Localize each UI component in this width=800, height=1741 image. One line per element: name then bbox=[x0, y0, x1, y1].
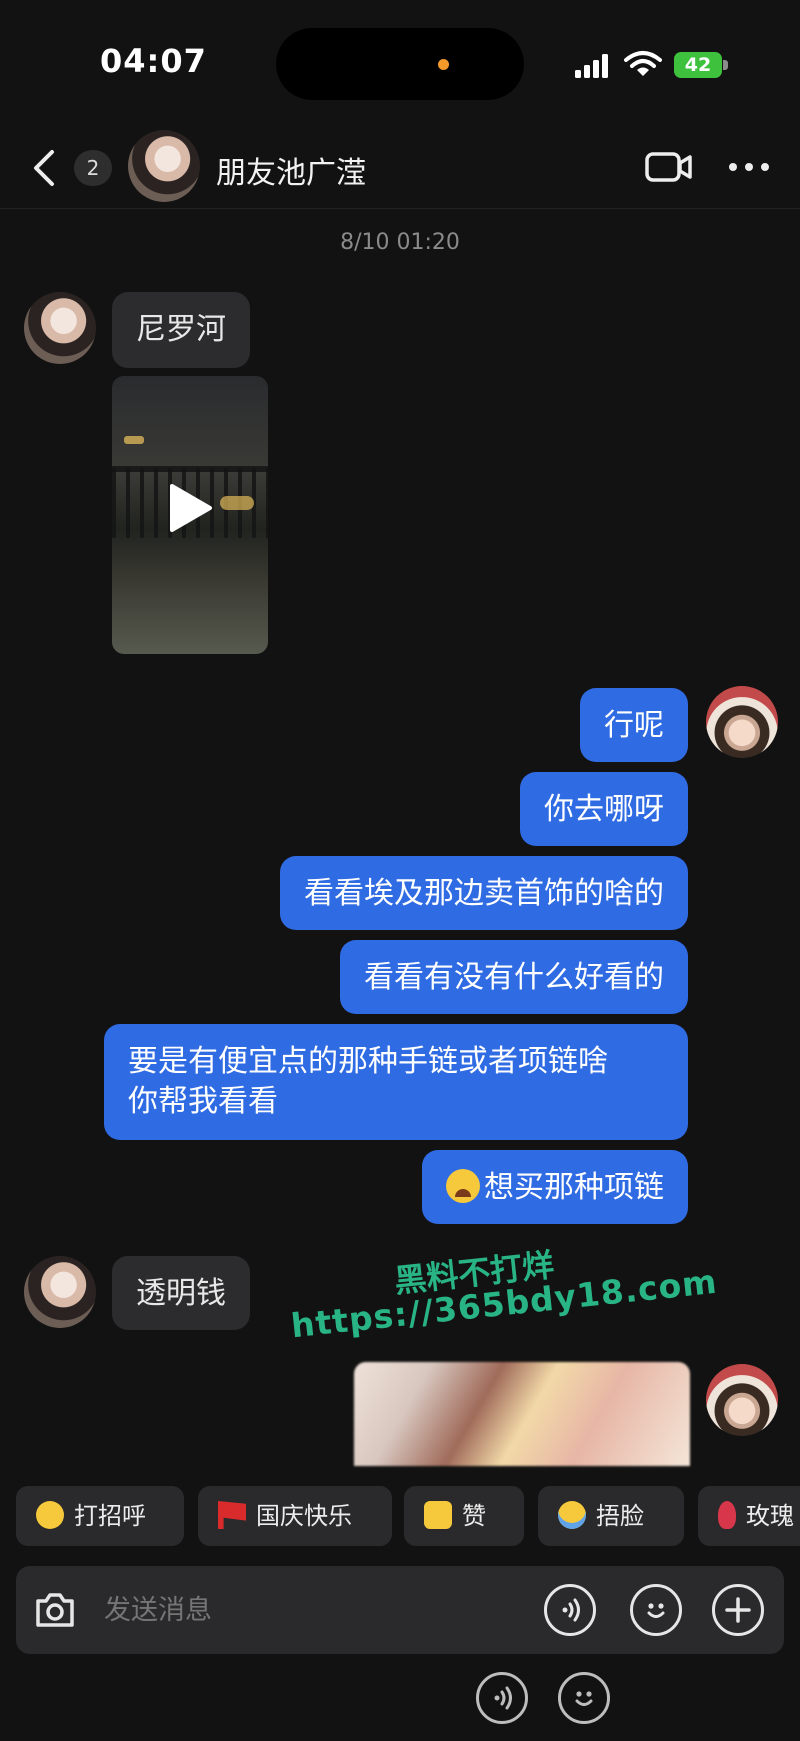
chip-label: 捂脸 bbox=[596, 1502, 644, 1530]
dynamic-island bbox=[276, 28, 524, 100]
status-time: 04:07 bbox=[100, 42, 207, 80]
play-icon[interactable] bbox=[166, 482, 214, 534]
crying-face-icon bbox=[446, 1169, 480, 1203]
chip-label: 打招呼 bbox=[74, 1502, 146, 1530]
smiley-icon bbox=[575, 1691, 593, 1706]
battery-level: 42 bbox=[684, 54, 712, 76]
battery-indicator: 42 bbox=[674, 52, 730, 78]
plus-icon bbox=[725, 1597, 751, 1623]
recording-indicator-dot bbox=[438, 59, 449, 70]
chip-label: 国庆快乐 bbox=[256, 1502, 352, 1530]
message-input-bar bbox=[16, 1566, 784, 1654]
video-call-icon[interactable] bbox=[644, 148, 694, 186]
back-arrow-icon[interactable] bbox=[30, 148, 60, 188]
thumbs-up-icon bbox=[424, 1501, 452, 1529]
sound-wave-icon bbox=[562, 1598, 580, 1622]
sound-wave-icon bbox=[494, 1686, 512, 1710]
message-line: 要是有便宜点的那种手链或者项链啥 bbox=[128, 1044, 608, 1079]
message-text: 想买那种项链 bbox=[484, 1170, 664, 1205]
quick-reply-rose[interactable]: 玫瑰 bbox=[698, 1486, 800, 1546]
smile-emoji-icon bbox=[36, 1501, 64, 1529]
chip-label: 玫瑰 bbox=[746, 1502, 794, 1530]
incoming-message[interactable]: 尼罗河 bbox=[112, 292, 250, 368]
laugh-cry-emoji-icon bbox=[558, 1501, 586, 1529]
cellular-signal-icon bbox=[575, 54, 608, 78]
red-flag-icon bbox=[218, 1501, 246, 1529]
quick-reply-facepalm[interactable]: 捂脸 bbox=[538, 1486, 684, 1546]
quick-reply-greet[interactable]: 打招呼 bbox=[16, 1486, 184, 1546]
more-actions-button[interactable] bbox=[712, 1584, 764, 1636]
message-input[interactable] bbox=[104, 1586, 524, 1634]
outgoing-message[interactable]: 看看有没有什么好看的 bbox=[340, 940, 688, 1014]
outgoing-message[interactable]: 想买那种项链 bbox=[422, 1150, 688, 1224]
smiley-icon bbox=[647, 1603, 665, 1618]
quick-reply-bar: 打招呼 国庆快乐 赞 捂脸 玫瑰 bbox=[0, 1486, 800, 1550]
chat-title[interactable]: 朋友池广滢 bbox=[216, 148, 366, 192]
video-scene-light bbox=[124, 436, 144, 444]
incoming-message[interactable]: 透明钱 bbox=[112, 1256, 250, 1330]
emoji-button[interactable] bbox=[630, 1584, 682, 1636]
quick-reply-national-day[interactable]: 国庆快乐 bbox=[198, 1486, 392, 1546]
bottom-voice-button[interactable] bbox=[476, 1672, 528, 1724]
contact-avatar[interactable] bbox=[128, 130, 200, 202]
message-line: 你帮我看看 bbox=[128, 1084, 278, 1119]
outgoing-message[interactable]: 你去哪呀 bbox=[520, 772, 688, 846]
sender-avatar[interactable] bbox=[24, 1256, 96, 1328]
camera-icon[interactable] bbox=[32, 1587, 78, 1633]
chip-label: 赞 bbox=[462, 1502, 486, 1530]
unread-count-badge[interactable]: 2 bbox=[74, 150, 112, 186]
outgoing-message[interactable]: 行呢 bbox=[580, 688, 688, 762]
video-scene-light bbox=[220, 496, 254, 510]
bottom-emoji-button[interactable] bbox=[558, 1672, 610, 1724]
voice-input-button[interactable] bbox=[544, 1584, 596, 1636]
outgoing-message[interactable]: 看看埃及那边卖首饰的啥的 bbox=[280, 856, 688, 930]
message-timestamp: 8/10 01:20 bbox=[340, 230, 460, 255]
sender-avatar[interactable] bbox=[24, 292, 96, 364]
my-avatar[interactable] bbox=[706, 686, 778, 758]
rose-icon bbox=[718, 1501, 736, 1529]
image-message-thumbnail[interactable] bbox=[354, 1362, 690, 1466]
battery-tip bbox=[723, 60, 728, 70]
wifi-icon bbox=[624, 51, 662, 76]
quick-reply-like[interactable]: 赞 bbox=[404, 1486, 524, 1546]
my-avatar[interactable] bbox=[706, 1364, 778, 1436]
more-options-icon[interactable] bbox=[728, 160, 770, 174]
outgoing-message[interactable]: 要是有便宜点的那种手链或者项链啥 你帮我看看 bbox=[104, 1024, 688, 1140]
header-divider bbox=[0, 208, 800, 209]
video-message-thumbnail[interactable] bbox=[112, 376, 268, 654]
